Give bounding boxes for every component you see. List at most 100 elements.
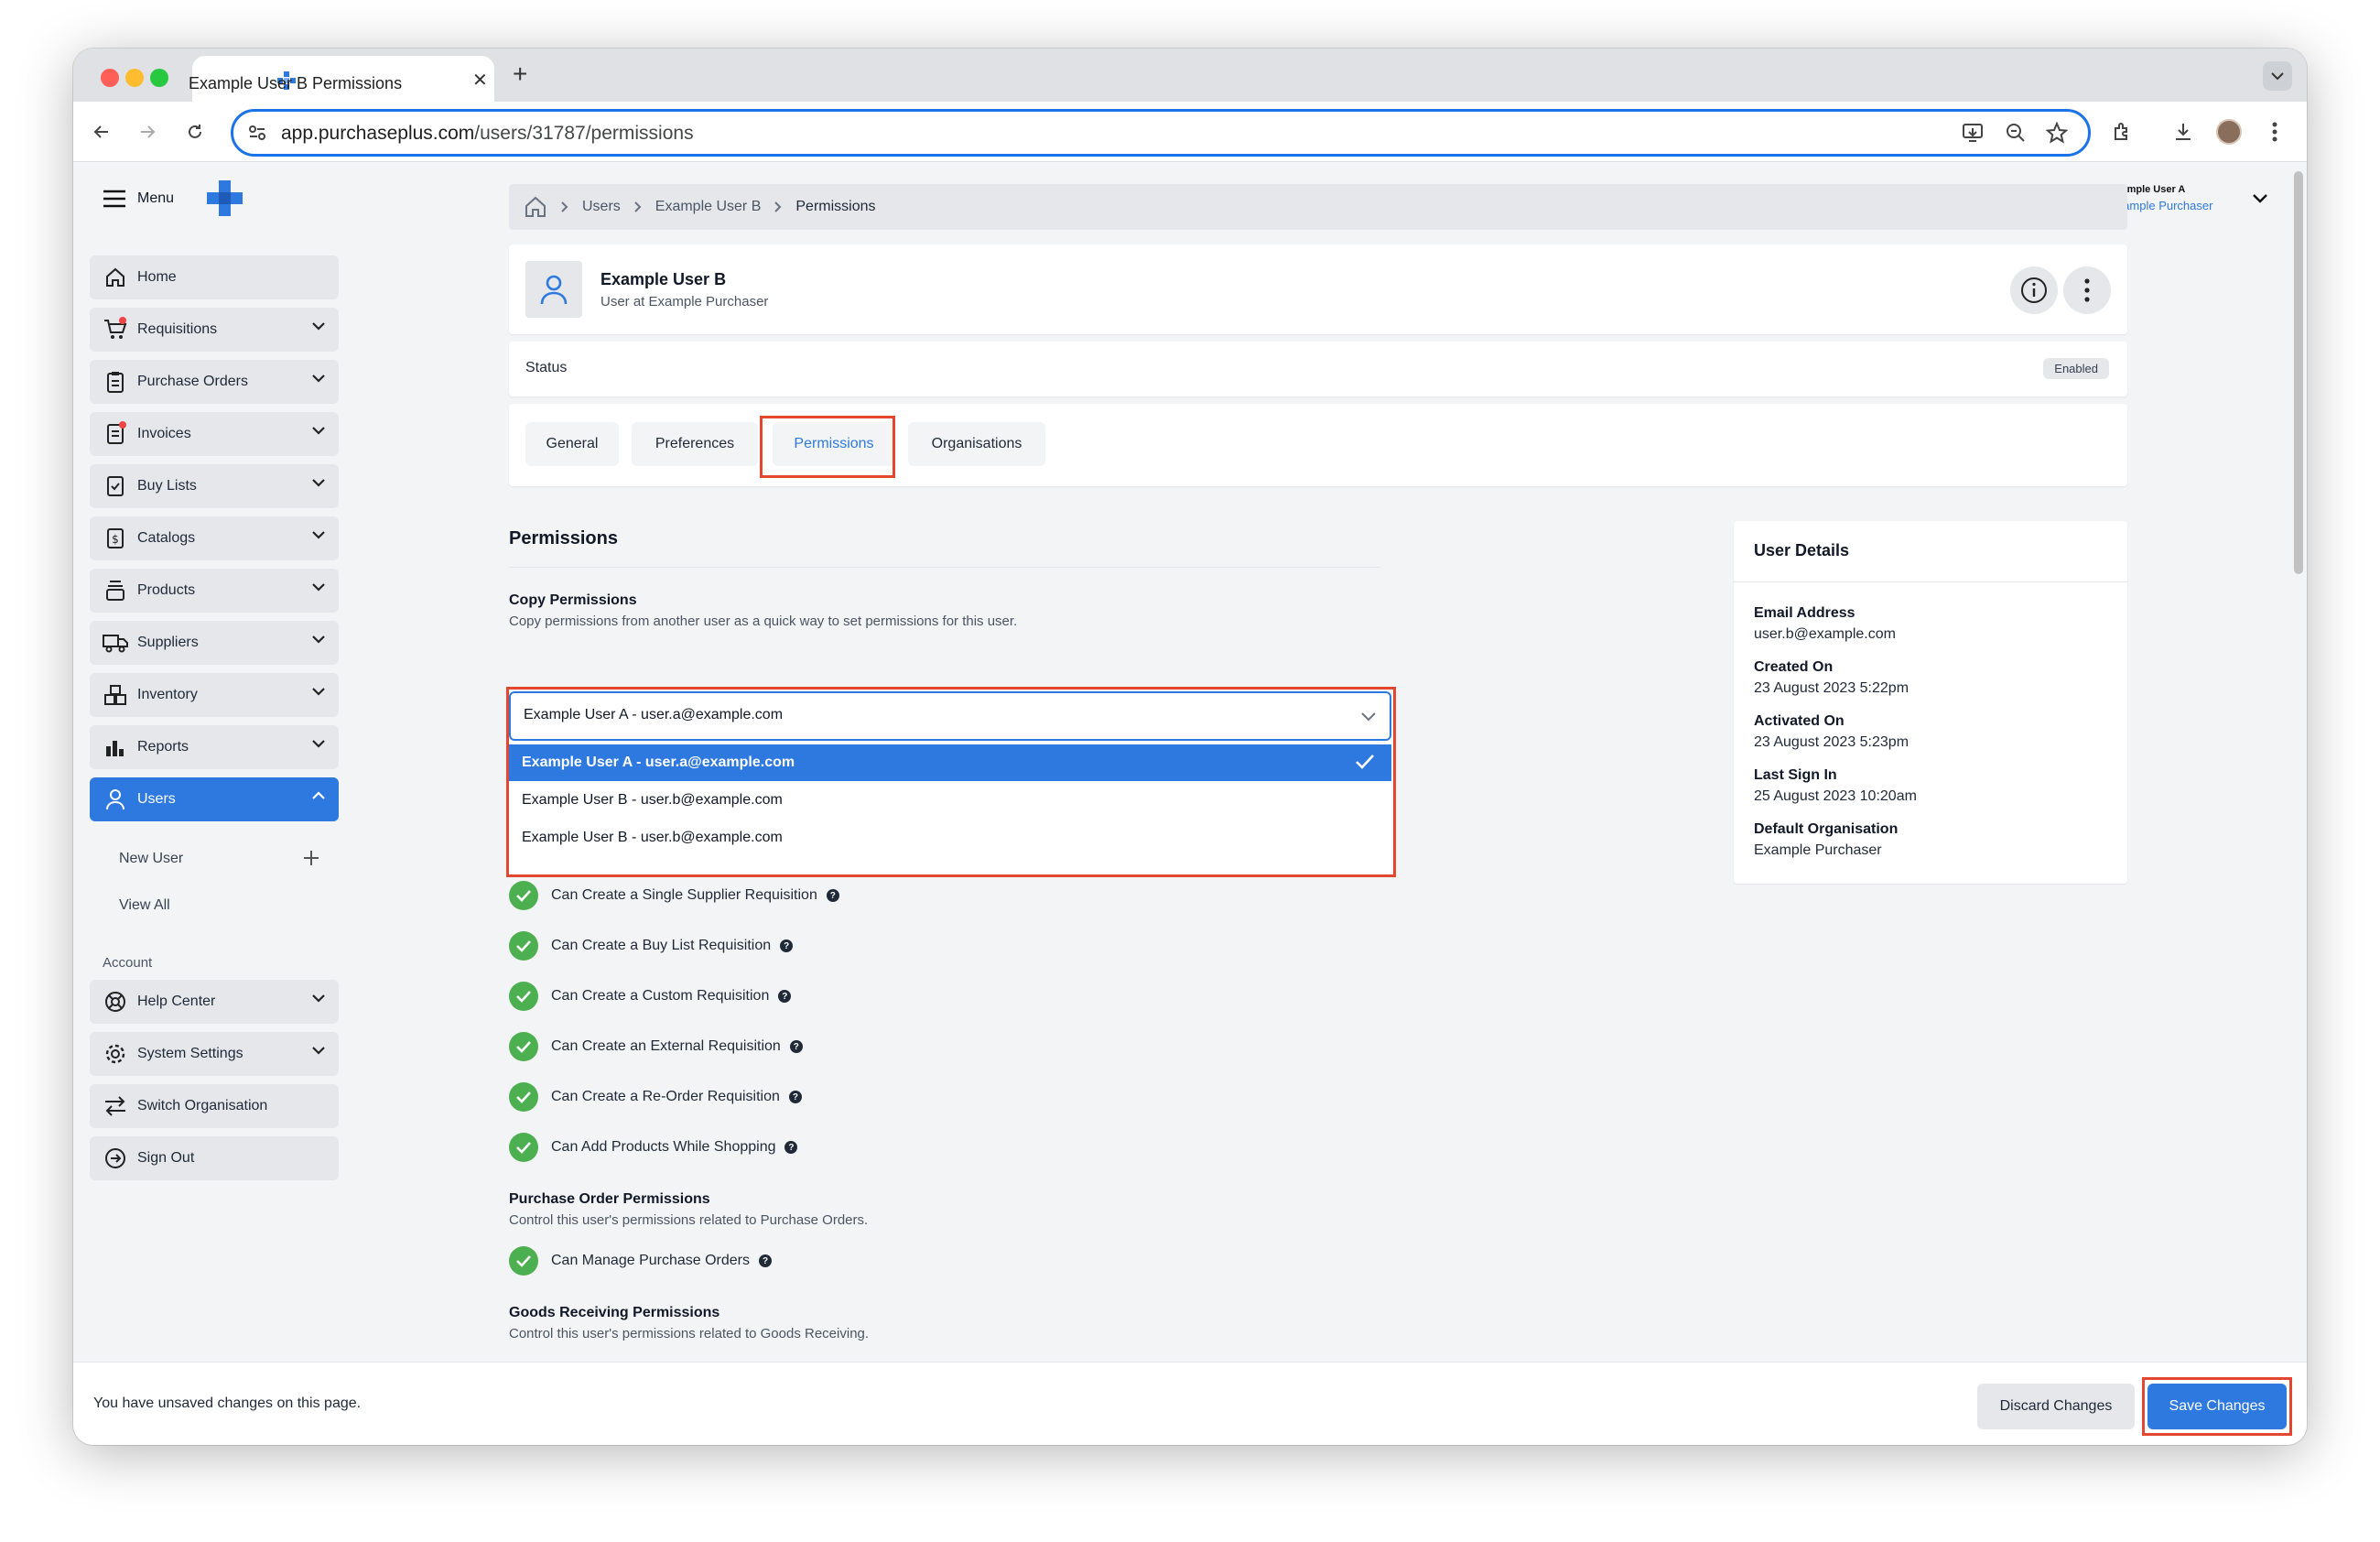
copy-permissions-title: Copy Permissions [509,592,637,608]
forward-icon[interactable] [134,118,161,146]
help-icon[interactable]: ? [778,990,792,1003]
profile-subtitle: User at Example Purchaser [600,294,769,309]
menu-label: Menu [137,190,175,206]
breadcrumb-user[interactable]: Example User B [655,199,762,215]
help-icon[interactable]: ? [759,1254,772,1267]
help-icon[interactable]: ? [784,1141,798,1154]
chevron-down-icon [311,739,326,748]
tab-general[interactable]: General [525,422,619,466]
sidebar-item-invoices[interactable]: Invoices [90,412,339,456]
close-window-button[interactable] [101,69,119,87]
tab-preferences[interactable]: Preferences [632,422,758,466]
maximize-window-button[interactable] [150,69,168,87]
unsaved-changes-bar: You have unsaved changes on this page. D… [73,1362,2307,1445]
help-icon[interactable]: ? [826,889,839,902]
address-bar[interactable]: app.purchaseplus.com/users/31787/permiss… [231,109,2091,157]
permission-row[interactable]: Can Create a Custom Requisition? [509,981,792,1012]
chevron-up-icon [311,791,326,800]
truck-icon [103,630,128,656]
status-card: Status Enabled [509,342,2127,396]
unsaved-message: You have unsaved changes on this page. [93,1395,362,1411]
home-icon[interactable] [524,196,547,218]
gr-permissions-title: Goods Receiving Permissions [509,1305,720,1320]
sidebar-item-switch-organisation[interactable]: Switch Organisation [90,1084,339,1128]
add-user-plus-icon[interactable] [302,849,320,867]
chevron-down-icon [311,687,326,696]
check-circle-icon [509,1246,538,1276]
minimize-window-button[interactable] [125,69,144,87]
more-options-button[interactable] [2063,266,2111,314]
sidebar-item-help-center[interactable]: Help Center [90,980,339,1024]
sidebar-item-system-settings[interactable]: System Settings [90,1032,339,1076]
check-circle-icon [509,881,538,910]
site-info-icon[interactable] [248,125,266,141]
sidebar-item-users[interactable]: Users [90,777,339,821]
extensions-icon[interactable] [2109,118,2137,146]
page-scrollbar[interactable] [2294,171,2303,574]
permissions-tab-highlight [760,416,895,478]
sidebar-item-sign-out[interactable]: Sign Out [90,1136,339,1180]
copy-permissions-desc: Copy permissions from another user as a … [509,614,1018,629]
sidebar-item-buy-lists[interactable]: Buy Lists [90,464,339,508]
tab-title: Example User B Permissions [189,74,403,92]
activated-label: Activated On [1754,713,1844,729]
reload-icon[interactable] [181,118,209,146]
dropdown-highlight [506,687,1396,877]
close-tab-icon[interactable]: ✕ [472,69,488,92]
browser-toolbar: app.purchaseplus.com/users/31787/permiss… [73,102,2307,162]
menu-button[interactable]: Menu [90,177,190,221]
tab-strip: Example User B Permissions ✕ + [73,49,2307,102]
download-icon[interactable] [2169,118,2197,146]
info-button[interactable] [2010,266,2058,314]
back-icon[interactable] [88,118,115,146]
permission-row[interactable]: Can Create a Re-Order Requisition? [509,1081,802,1113]
user-avatar-icon [525,261,582,318]
bar-chart-icon [103,734,128,760]
breadcrumb-users[interactable]: Users [582,199,621,215]
tab-organisations[interactable]: Organisations [908,422,1045,466]
permission-row[interactable]: Can Create an External Requisition? [509,1031,803,1062]
check-circle-icon [509,1133,538,1162]
help-icon[interactable]: ? [789,1040,803,1053]
sidebar-item-inventory[interactable]: Inventory [90,673,339,717]
sidebar-item-purchase-orders[interactable]: Purchase Orders [90,360,339,404]
discard-changes-button[interactable]: Discard Changes [1977,1384,2135,1429]
sidebar-item-products[interactable]: Products [90,569,339,613]
permission-row[interactable]: Can Add Products While Shopping? [509,1132,798,1163]
permissions-title: Permissions [509,528,618,548]
profile-avatar-icon[interactable] [2215,118,2243,146]
permission-row[interactable]: Can Manage Purchase Orders? [509,1245,772,1276]
clipboard-icon [103,369,128,395]
created-label: Created On [1754,659,1834,675]
breadcrumb-current: Permissions [795,199,876,214]
permission-row[interactable]: Can Create a Single Supplier Requisition… [509,880,839,911]
chevron-right-icon [560,201,569,213]
sign-out-icon [103,1146,128,1171]
email-value: user.b@example.com [1754,626,1896,642]
sidebar-item-reports[interactable]: Reports [90,725,339,769]
sidebar-subitem-new-user[interactable]: New User [119,851,183,867]
chevron-down-icon [311,426,326,435]
sidebar-item-catalogs[interactable]: $ Catalogs [90,516,339,560]
svg-text:$: $ [112,533,119,546]
purchaseplus-logo-icon[interactable] [205,179,245,219]
chevron-down-icon [311,635,326,644]
zoom-icon[interactable] [2006,123,2026,143]
sidebar-item-suppliers[interactable]: Suppliers [90,621,339,665]
help-icon[interactable]: ? [788,1091,802,1103]
sidebar-subitem-view-all[interactable]: View All [119,897,170,914]
sidebar-item-requisitions[interactable]: Requisitions [90,308,339,352]
tab-search-button[interactable] [2263,61,2292,91]
bookmark-star-icon[interactable] [2046,122,2068,144]
sidebar-item-home[interactable]: Home [90,255,339,299]
help-icon[interactable]: ? [780,939,794,952]
chevron-down-icon [311,994,326,1003]
new-tab-button[interactable]: + [513,60,527,89]
user-details-card: User Details Email Address user.b@exampl… [1734,521,2127,884]
permission-row[interactable]: Can Create a Buy List Requisition? [509,930,794,961]
browser-menu-icon[interactable] [2261,118,2288,146]
install-app-icon[interactable] [1962,123,1984,143]
account-section-label: Account [103,955,153,971]
created-value: 23 August 2023 5:22pm [1754,680,1909,696]
browser-tab[interactable]: Example User B Permissions ✕ [189,56,494,102]
